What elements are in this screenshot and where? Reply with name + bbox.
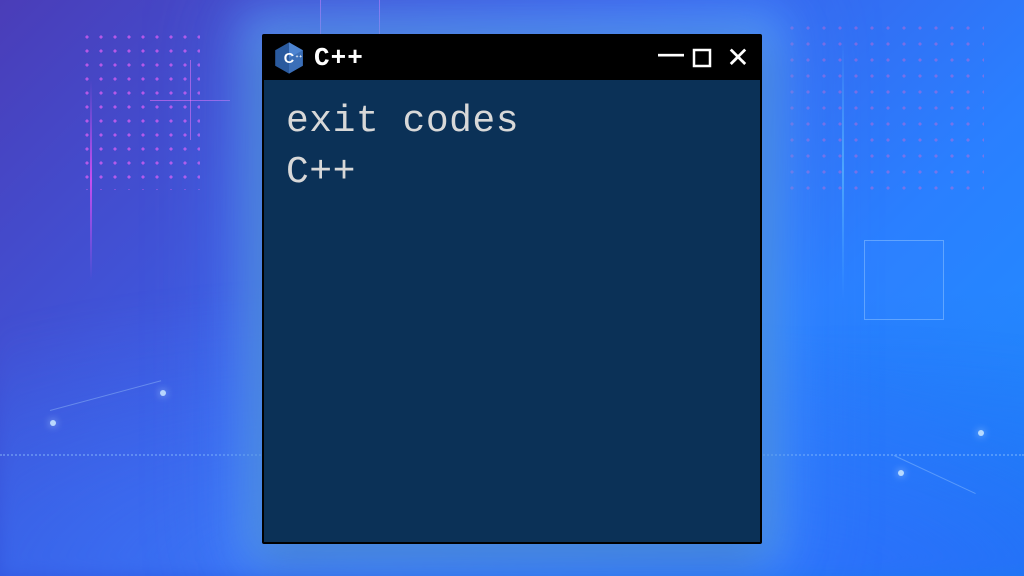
terminal-window: C + + C++ — ✕ exit codes C++ bbox=[262, 34, 762, 544]
titlebar[interactable]: C + + C++ — ✕ bbox=[264, 36, 760, 80]
svg-text:+: + bbox=[296, 55, 299, 60]
maximize-button[interactable] bbox=[692, 48, 716, 68]
cpp-logo-icon: C + + bbox=[274, 41, 304, 75]
terminal-body[interactable]: exit codes C++ bbox=[264, 80, 760, 542]
window-title: C++ bbox=[314, 43, 648, 73]
terminal-line: exit codes bbox=[286, 96, 738, 147]
svg-text:+: + bbox=[299, 55, 302, 60]
svg-text:C: C bbox=[284, 51, 294, 67]
minimize-button[interactable]: — bbox=[658, 40, 682, 66]
close-button[interactable]: ✕ bbox=[726, 44, 750, 72]
window-controls: — ✕ bbox=[658, 44, 750, 72]
terminal-line: C++ bbox=[286, 147, 738, 198]
